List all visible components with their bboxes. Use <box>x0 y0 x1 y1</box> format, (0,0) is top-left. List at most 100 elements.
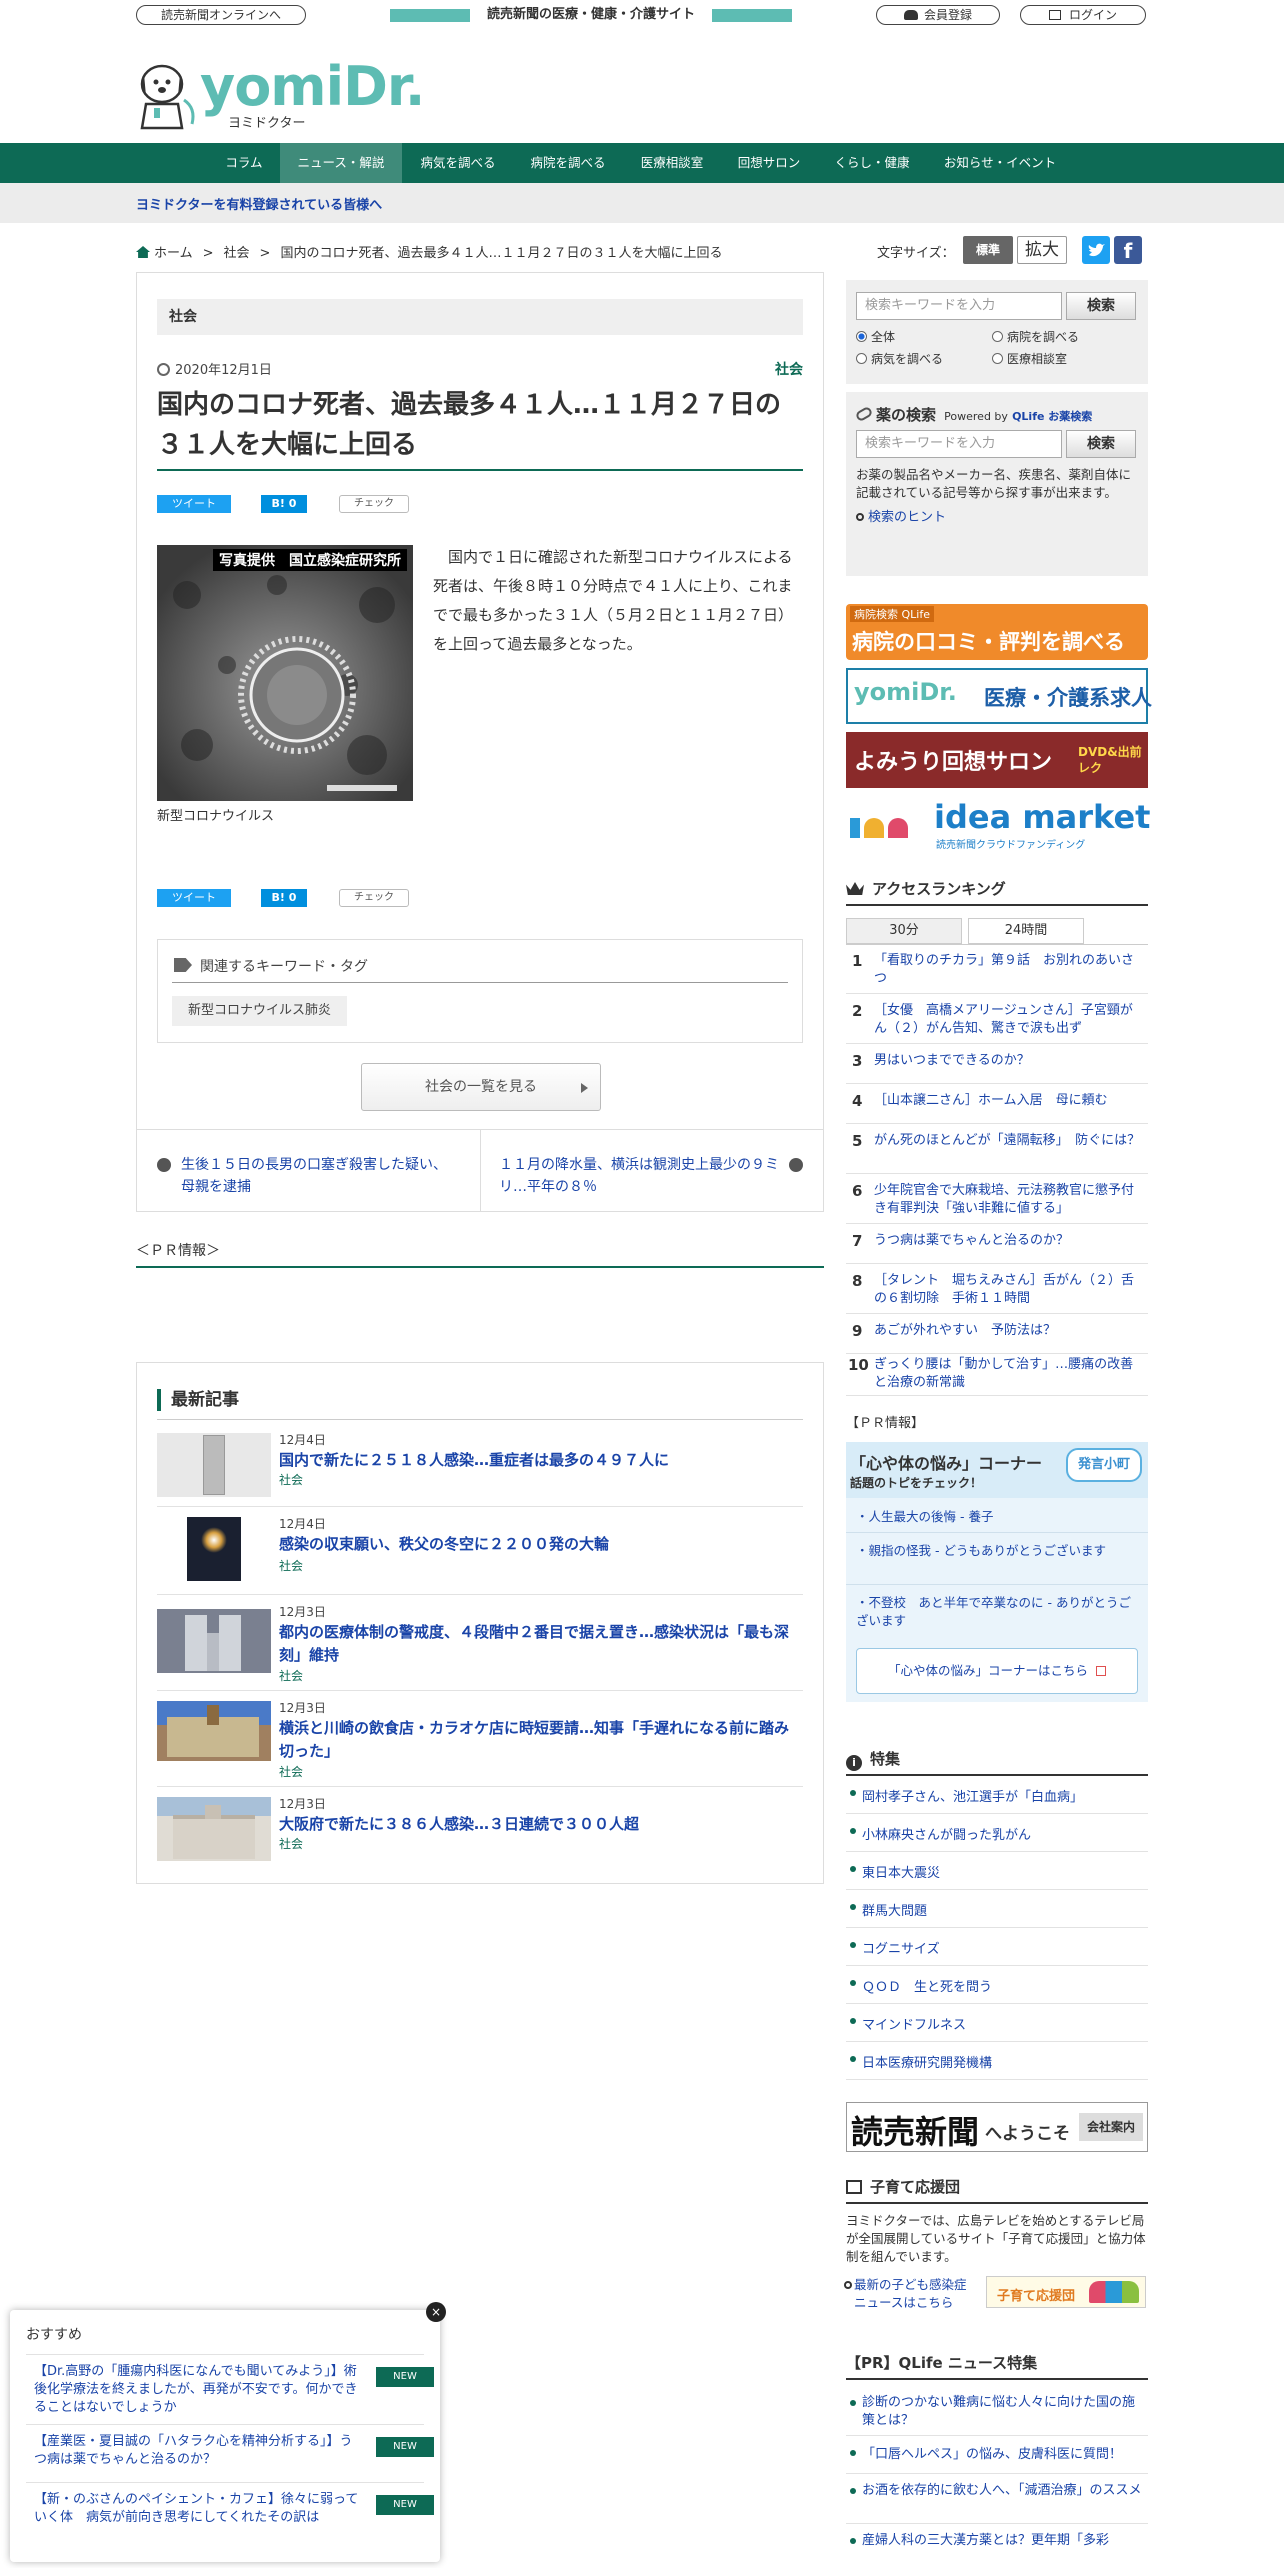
feature-link[interactable]: 東日本大震災 <box>862 1862 940 1881</box>
qlife-news-item[interactable]: お酒を依存的に飲む人へ、「減酒治療」のススメ <box>846 2474 1148 2524</box>
feature-item[interactable]: ＱＯＤ 生と死を問う <box>846 1966 1148 2004</box>
popup-item-link[interactable]: 【産業医・夏目誠の「ハタラク心を精神分析する」】うつ病は薬でちゃんと治るのか？ <box>34 2433 364 2469</box>
latest-item[interactable]: 12月3日 大阪府で新たに３８６人感染…３日連続で３００人超 社会 <box>157 1791 803 1863</box>
rank-title[interactable]: がん死のほとんどが「遠隔転移」 防ぐには？ <box>874 1132 1144 1150</box>
twitter-icon[interactable] <box>1082 236 1110 264</box>
next-article-link[interactable]: １１月の降水量、横浜は観測史上最少の９ミリ…平年の８％ <box>499 1154 799 1198</box>
feature-link[interactable]: コグニサイズ <box>862 1938 940 1957</box>
rank-title[interactable]: うつ病は薬でちゃんと治るのか？ <box>874 1232 1144 1250</box>
site-search-button[interactable]: 検索 <box>1066 292 1136 320</box>
job-banner[interactable]: yomiDr. 医療・介護系求人 <box>846 668 1152 724</box>
breadcrumb-category[interactable]: 社会 <box>224 246 250 261</box>
popup-item[interactable]: 【産業医・夏目誠の「ハタラク心を精神分析する」】うつ病は薬でちゃんと治るのか？ N… <box>26 2424 434 2482</box>
search-hint-link[interactable]: 検索のヒント <box>868 510 946 525</box>
hospital-review-banner[interactable]: 病院検索 QLife 病院の口コミ・評判を調べる <box>846 604 1148 660</box>
komachi-item[interactable]: ・不登校 あと半年で卒業なのに - ありがとうございます <box>856 1594 1140 1630</box>
mixi-check-button[interactable]: チェック <box>339 495 409 513</box>
feature-item[interactable]: マインドフルネス <box>846 2004 1148 2042</box>
kosodate-news-link[interactable]: 最新の子ども感染症ニュースはこちら <box>854 2277 967 2310</box>
ranking-item[interactable]: 9 あごが外れやすい 予防法は？ <box>846 1322 1148 1354</box>
ranking-item[interactable]: 5 がん死のほとんどが「遠隔転移」 防ぐには？ <box>846 1132 1148 1174</box>
feature-link[interactable]: 小林麻央さんが闘った乳がん <box>862 1824 1031 1843</box>
kosodate-banner[interactable]: 子育て応援団 <box>986 2276 1146 2308</box>
radio-disease[interactable]: 病気を調べる <box>856 350 943 367</box>
komachi-item-text[interactable]: 不登校 あと半年で卒業なのに - ありがとうございます <box>856 1595 1131 1628</box>
qlife-news-link[interactable]: 診断のつかない難病に悩む人々に向けた国の施策とは？ <box>862 2394 1146 2430</box>
feature-link[interactable]: 群馬大問題 <box>862 1900 927 1919</box>
nav-events[interactable]: お知らせ・イベント <box>930 143 1070 183</box>
drug-search-input[interactable]: 検索キーワードを入力 <box>856 430 1062 458</box>
nav-news[interactable]: ニュース・解説 <box>280 143 402 183</box>
nav-life[interactable]: くらし・健康 <box>820 143 924 183</box>
latest-item[interactable]: 12月3日 横浜と川崎の飲食店・カラオケ店に時短要請…知事「手遅れになる前に踏み… <box>157 1695 803 1787</box>
ranking-item[interactable]: 8 ［タレント 堀ちえみさん］舌がん（２）舌の６割切除 手術１１時間 <box>846 1272 1148 1314</box>
hatena-bookmark-button[interactable]: B! 0 <box>261 495 307 513</box>
popup-item-link[interactable]: 【Dr.高野の「腫瘍内科医になんでも聞いてみよう」】術後化学療法を終えましたが、… <box>34 2363 364 2417</box>
breadcrumb-home[interactable]: ホーム <box>154 246 193 261</box>
nav-disease[interactable]: 病気を調べる <box>406 143 510 183</box>
salon-banner[interactable]: よみうり回想サロン DVD&出前レク <box>846 732 1148 788</box>
hatena-bookmark-button[interactable]: B! 0 <box>261 889 307 907</box>
latest-item[interactable]: 12月4日 国内で新たに２５１８人感染…重症者は最多の４９７人に 社会 <box>157 1427 803 1507</box>
tag-covid-pneumonia[interactable]: 新型コロナウイルス肺炎 <box>172 996 348 1026</box>
ranking-item[interactable]: 2 ［女優 高橋メアリージュンさん］子宮頸がん（２）がん告知、驚きで涙も出ず <box>846 1002 1148 1044</box>
komachi-item[interactable]: ・人生最大の後悔 - 養子 <box>856 1508 1140 1526</box>
komachi-item-text[interactable]: 人生最大の後悔 - 養子 <box>869 1509 994 1524</box>
feature-link[interactable]: マインドフルネス <box>862 2014 966 2033</box>
radio-hospital[interactable]: 病院を調べる <box>992 328 1079 345</box>
rank-title[interactable]: ぎっくり腰は「動かして治す」…腰痛の改善と治療の新常識 <box>874 1356 1144 1392</box>
feature-item[interactable]: 岡村孝子さん、池江選手が「白血病」 <box>846 1776 1148 1814</box>
popup-item-link[interactable]: 【新・のぶさんのペイシェント・カフェ】徐々に弱っていく体 病気が前向き思考にして… <box>34 2491 364 2527</box>
news-category[interactable]: 社会 <box>279 1557 303 1574</box>
news-title[interactable]: 国内で新たに２５１８人感染…重症者は最多の４９７人に <box>279 1449 803 1472</box>
member-notice-link[interactable]: ヨミドクターを有料登録されている皆様へ <box>136 194 382 213</box>
nav-hospital[interactable]: 病院を調べる <box>516 143 620 183</box>
news-title[interactable]: 大阪府で新たに３８６人感染…３日連続で３００人超 <box>279 1813 803 1836</box>
feature-item[interactable]: 日本医療研究開発機構 <box>846 2042 1148 2080</box>
news-title[interactable]: 都内の医療体制の警戒度、４段階中２番目で据え置き…感染状況は「最も深刻」維持 <box>279 1621 803 1667</box>
komachi-item[interactable]: ・親指の怪我 - どうもありがとうございます <box>856 1542 1140 1560</box>
prev-article-link[interactable]: 生後１５日の長男の口塞ぎ殺害した疑い、母親を逮捕 <box>157 1154 457 1198</box>
font-size-standard-button[interactable]: 標準 <box>963 236 1013 264</box>
feature-item[interactable]: 群馬大問題 <box>846 1890 1148 1928</box>
feature-link[interactable]: ＱＯＤ 生と死を問う <box>862 1976 992 1995</box>
komachi-item-text[interactable]: 親指の怪我 - どうもありがとうございます <box>869 1543 1106 1558</box>
article-category-link[interactable]: 社会 <box>775 359 803 379</box>
popup-item[interactable]: 【Dr.高野の「腫瘍内科医になんでも聞いてみよう」】術後化学療法を終えましたが、… <box>26 2354 434 2424</box>
ranking-tab-30min[interactable]: 30分 <box>846 918 962 944</box>
site-logo[interactable]: yomiDr. ヨミドクター <box>136 58 425 132</box>
qlife-news-link[interactable]: 「口唇ヘルペス」の悩み、皮膚科医に質問！ <box>862 2446 1146 2464</box>
qlife-news-link[interactable]: 産婦人科の三大漢方薬とは？更年期「多彩 <box>862 2532 1146 2550</box>
rank-title[interactable]: あごが外れやすい 予防法は？ <box>874 1322 1144 1340</box>
yomiuri-online-link[interactable]: 読売新聞オンラインへ <box>136 5 306 25</box>
popup-item[interactable]: 【新・のぶさんのペイシェント・カフェ】徐々に弱っていく体 病気が前向き思考にして… <box>26 2482 434 2558</box>
feature-link[interactable]: 岡村孝子さん、池江選手が「白血病」 <box>862 1786 1083 1805</box>
news-category[interactable]: 社会 <box>279 1471 303 1488</box>
komachi-corner-link[interactable]: 「心や体の悩み」コーナーはこちら <box>856 1648 1138 1694</box>
feature-item[interactable]: コグニサイズ <box>846 1928 1148 1966</box>
ranking-item[interactable]: 10 ぎっくり腰は「動かして治す」…腰痛の改善と治療の新常識 <box>846 1356 1148 1396</box>
company-info-button[interactable]: 会社案内 <box>1079 2113 1143 2141</box>
rank-title[interactable]: 少年院官舎で大麻栽培、元法務教官に懲予付き有罪判決「強い非難に値する」 <box>874 1182 1144 1218</box>
feature-item[interactable]: 東日本大震災 <box>846 1852 1148 1890</box>
ranking-item[interactable]: 4 ［山本譲二さん］ホーム入居 母に頼む <box>846 1092 1148 1124</box>
qlife-news-link[interactable]: お酒を依存的に飲む人へ、「減酒治療」のススメ <box>862 2482 1146 2500</box>
news-category[interactable]: 社会 <box>279 1763 303 1780</box>
rank-title[interactable]: ［タレント 堀ちえみさん］舌がん（２）舌の６割切除 手術１１時間 <box>874 1272 1144 1308</box>
latest-item[interactable]: 12月3日 都内の医療体制の警戒度、４段階中２番目で据え置き…感染状況は「最も深… <box>157 1599 803 1691</box>
qlife-drug-link[interactable]: QLife お薬検索 <box>1012 410 1092 423</box>
rank-title[interactable]: ［女優 高橋メアリージュンさん］子宮頸がん（２）がん告知、驚きで涙も出ず <box>874 1002 1144 1038</box>
qlife-news-item[interactable]: 診断のつかない難病に悩む人々に向けた国の施策とは？ <box>846 2386 1148 2436</box>
ranking-tab-24h[interactable]: 24時間 <box>968 918 1084 944</box>
tweet-button[interactable]: ツイート <box>157 495 231 513</box>
feature-item[interactable]: 小林麻央さんが闘った乳がん <box>846 1814 1148 1852</box>
news-category[interactable]: 社会 <box>279 1835 303 1852</box>
ranking-item[interactable]: 1 「看取りのチカラ」第９話 お別れのあいさつ <box>846 952 1148 994</box>
news-category[interactable]: 社会 <box>279 1667 303 1684</box>
ranking-item[interactable]: 6 少年院官舎で大麻栽培、元法務教官に懲予付き有罪判決「強い非難に値する」 <box>846 1182 1148 1224</box>
register-button[interactable]: 会員登録 <box>876 5 1000 25</box>
rank-title[interactable]: 男はいつまでできるのか？ <box>874 1052 1144 1070</box>
news-title[interactable]: 横浜と川崎の飲食店・カラオケ店に時短要請…知事「手遅れになる前に踏み切った」 <box>279 1717 803 1763</box>
more-society-button[interactable]: 社会の一覧を見る <box>361 1063 601 1111</box>
latest-item[interactable]: 12月4日 感染の収束願い、秩父の冬空に２２００発の大輪 社会 <box>157 1511 803 1595</box>
